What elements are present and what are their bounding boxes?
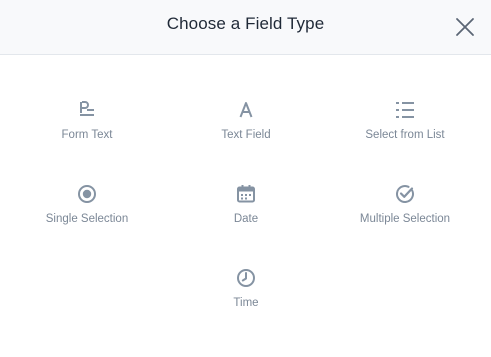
field-type-time[interactable]: Time (176, 268, 316, 328)
field-type-form-text[interactable]: Form Text (17, 100, 157, 160)
close-icon (456, 18, 474, 36)
field-type-label: Time (233, 297, 259, 309)
field-type-label: Single Selection (45, 213, 129, 225)
field-type-text-field[interactable]: Text Field (176, 100, 316, 160)
field-type-label: Text Field (221, 129, 271, 141)
dialog-title: Choose a Field Type (166, 14, 325, 33)
radio-button-icon (77, 184, 97, 204)
field-type-select-from-list[interactable]: Select from List (335, 100, 475, 160)
choose-field-type-dialog: Choose a Field Type Form Text Text Field (0, 0, 491, 357)
field-type-date[interactable]: Date (176, 184, 316, 244)
clock-icon (236, 268, 256, 288)
field-type-label: Multiple Selection (359, 213, 451, 225)
list-icon (395, 100, 415, 120)
form-text-icon (77, 100, 97, 120)
calendar-icon (236, 184, 256, 204)
field-type-label: Date (233, 213, 259, 225)
field-type-multiple-selection[interactable]: Multiple Selection (335, 184, 475, 244)
checkmark-circle-icon (395, 184, 415, 204)
dialog-header: Choose a Field Type (0, 0, 491, 55)
field-type-label: Select from List (365, 129, 445, 141)
field-type-single-selection[interactable]: Single Selection (17, 184, 157, 244)
close-button[interactable] (454, 16, 476, 38)
text-field-icon (236, 100, 256, 120)
field-type-label: Form Text (61, 129, 113, 141)
